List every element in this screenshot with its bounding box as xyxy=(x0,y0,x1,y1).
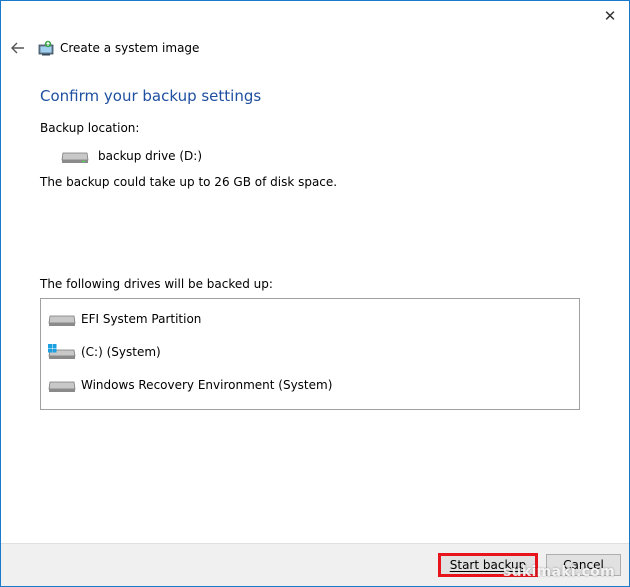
create-system-image-window: ✕ Create a system image Confirm your bac… xyxy=(0,0,630,587)
backup-app-icon xyxy=(38,40,54,56)
cancel-label: Cancel xyxy=(563,558,604,572)
list-item[interactable]: Windows Recovery Environment (System) xyxy=(41,368,579,401)
drive-name: (C:) (System) xyxy=(81,344,161,359)
main-content: Confirm your backup settings Backup loca… xyxy=(40,87,583,201)
drives-list[interactable]: EFI System Partition (C:) (System) Windo… xyxy=(40,298,580,410)
backup-location-value: backup drive (D:) xyxy=(98,149,203,163)
close-button[interactable]: ✕ xyxy=(597,5,623,27)
drives-list-label: The following drives will be backed up: xyxy=(40,277,273,291)
windows-drive-icon xyxy=(48,343,76,359)
hard-drive-icon xyxy=(61,152,89,163)
start-backup-label: Start backup xyxy=(449,558,527,572)
list-item[interactable]: (C:) (System) xyxy=(41,335,579,368)
disk-space-note: The backup could take up to 26 GB of dis… xyxy=(40,175,338,189)
dialog-footer: Start backup Cancel sukimaki.com xyxy=(1,543,629,586)
nav-bar: Create a system image xyxy=(9,37,199,59)
back-button[interactable] xyxy=(9,39,27,57)
backup-location-row: backup drive (D:) xyxy=(60,147,583,165)
hard-drive-icon xyxy=(48,381,76,392)
drive-name: EFI System Partition xyxy=(81,311,202,326)
back-arrow-icon xyxy=(11,42,24,54)
list-item[interactable]: EFI System Partition xyxy=(41,302,579,335)
backup-location-label: Backup location: xyxy=(40,121,140,135)
page-heading: Confirm your backup settings xyxy=(40,87,262,105)
hard-drive-icon xyxy=(48,315,76,326)
drive-name: Windows Recovery Environment (System) xyxy=(81,377,333,392)
cancel-button[interactable]: Cancel xyxy=(546,554,621,576)
start-backup-button[interactable]: Start backup xyxy=(438,553,538,577)
window-title: Create a system image xyxy=(60,41,200,55)
close-icon: ✕ xyxy=(603,7,617,25)
